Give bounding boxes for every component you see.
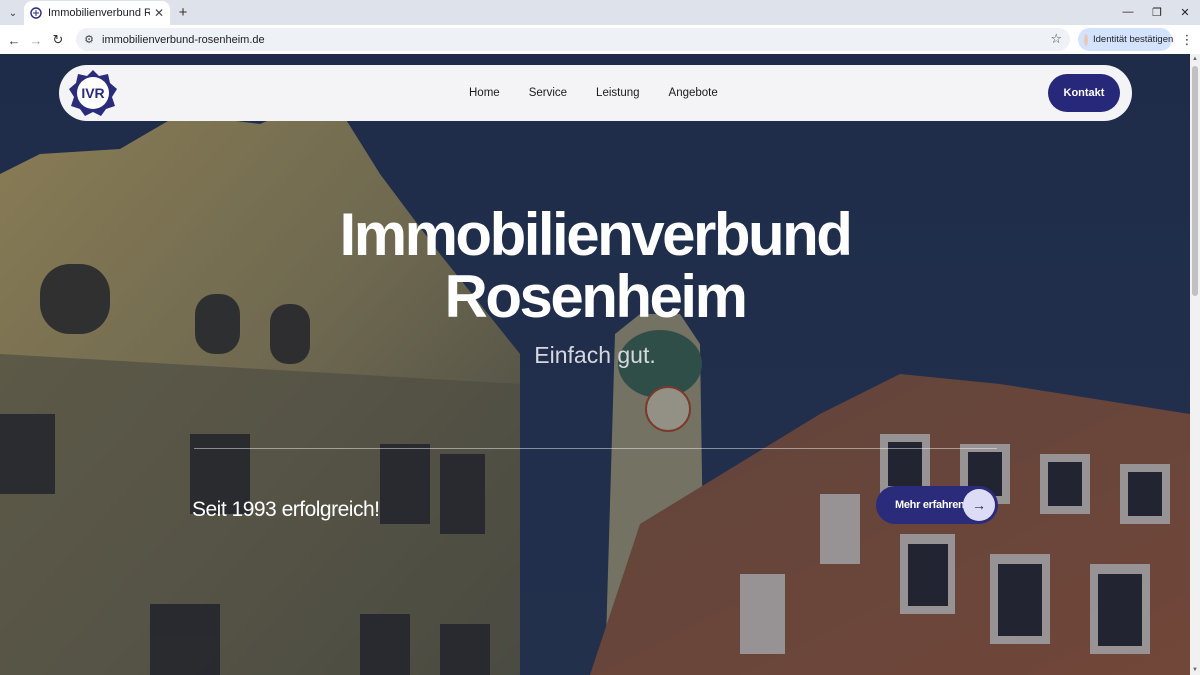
- hero-divider: [194, 448, 997, 449]
- bookmark-star-icon[interactable]: ☆: [1050, 31, 1062, 47]
- hero-subtitle: Einfach gut.: [534, 342, 656, 368]
- site-settings-icon[interactable]: ⚙: [82, 33, 96, 47]
- nav-leistung[interactable]: Leistung: [596, 87, 639, 99]
- browser-toolbar: ← → ↻ ⚙ immobilienverbund-rosenheim.de ☆…: [0, 25, 1200, 54]
- back-icon[interactable]: ←: [4, 30, 24, 50]
- identity-button[interactable]: Identität bestätigen: [1078, 28, 1174, 51]
- hero-title: Immobilienverbund Rosenheim: [0, 204, 1190, 328]
- site-favicon-icon: [30, 7, 42, 19]
- tab-title: Immobilienverbund Rosenheim: [48, 7, 150, 19]
- url-text[interactable]: immobilienverbund-rosenheim.de: [102, 34, 265, 46]
- browser-tab[interactable]: Immobilienverbund Rosenheim ✕: [24, 1, 170, 25]
- scroll-up-icon[interactable]: ▲: [1192, 56, 1198, 62]
- minimize-icon[interactable]: —: [1114, 3, 1142, 21]
- ivr-logo[interactable]: IVR: [67, 68, 119, 118]
- scroll-down-icon[interactable]: ▼: [1192, 667, 1198, 673]
- new-tab-button[interactable]: +: [174, 3, 192, 21]
- profile-avatar-icon: [1084, 33, 1088, 46]
- site-navbar: IVR Home Service Leistung Angebote Konta…: [59, 65, 1132, 121]
- hero-title-line-1: Immobilienverbund: [339, 201, 853, 268]
- hero-title-line-2: Rosenheim: [444, 263, 748, 330]
- more-info-button[interactable]: Mehr erfahren →: [876, 486, 998, 524]
- page-scrollbar[interactable]: ▲ ▼: [1190, 54, 1200, 675]
- close-icon[interactable]: ✕: [1171, 3, 1199, 21]
- more-info-label: Mehr erfahren: [895, 499, 965, 511]
- identity-label: Identität bestätigen: [1093, 34, 1174, 45]
- forward-icon[interactable]: →: [26, 30, 46, 50]
- address-bar[interactable]: ⚙ immobilienverbund-rosenheim.de ☆: [76, 28, 1070, 51]
- browser-tab-bar: ⌄ Immobilienverbund Rosenheim ✕ + — ❐ ✕: [0, 0, 1200, 25]
- maximize-icon[interactable]: ❐: [1143, 3, 1171, 21]
- reload-icon[interactable]: ↻: [48, 30, 68, 50]
- main-nav: Home Service Leistung Angebote: [469, 65, 747, 121]
- menu-kebab-icon[interactable]: ⋮: [1180, 30, 1194, 50]
- nav-home[interactable]: Home: [469, 87, 500, 99]
- since-text: Seit 1993 erfolgreich!: [192, 498, 380, 521]
- logo-text: IVR: [81, 85, 104, 101]
- page-viewport: IVR Home Service Leistung Angebote Konta…: [0, 54, 1190, 675]
- scrollbar-thumb[interactable]: [1192, 66, 1198, 296]
- nav-angebote[interactable]: Angebote: [669, 87, 718, 99]
- tab-menu-icon[interactable]: ⌄: [4, 4, 22, 22]
- arrow-right-icon: →: [963, 489, 995, 521]
- nav-service[interactable]: Service: [529, 87, 567, 99]
- tab-close-icon[interactable]: ✕: [154, 6, 164, 20]
- contact-button[interactable]: Kontakt: [1048, 74, 1120, 112]
